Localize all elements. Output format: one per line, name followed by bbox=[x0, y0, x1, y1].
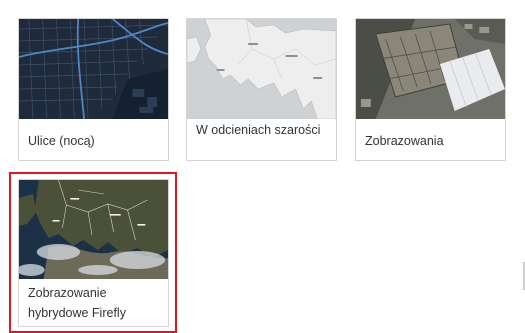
basemap-label: Zobrazowanie hybrydowe Firefly bbox=[28, 286, 126, 320]
basemap-card-night-streets[interactable]: Ulice (nocą) bbox=[18, 18, 169, 161]
basemap-label: W odcieniach szarości bbox=[196, 123, 321, 137]
firefly-hybrid-imagery-thumbnail bbox=[19, 180, 168, 279]
basemap-gallery: Ulice (nocą) W odcieniach szarości Zobra… bbox=[0, 0, 525, 333]
basemap-label: Ulice (nocą) bbox=[28, 134, 95, 148]
basemap-card-firefly-hybrid[interactable]: Zobrazowanie hybrydowe Firefly bbox=[18, 179, 169, 327]
basemap-label: Zobrazowania bbox=[365, 134, 444, 148]
satellite-imagery-thumbnail bbox=[356, 19, 505, 119]
light-gray-canvas-map-thumbnail bbox=[187, 19, 336, 119]
night-streets-map-thumbnail bbox=[19, 19, 168, 119]
basemap-card-imagery[interactable]: Zobrazowania bbox=[355, 18, 506, 161]
basemap-card-light-gray[interactable]: W odcieniach szarości bbox=[186, 18, 337, 161]
